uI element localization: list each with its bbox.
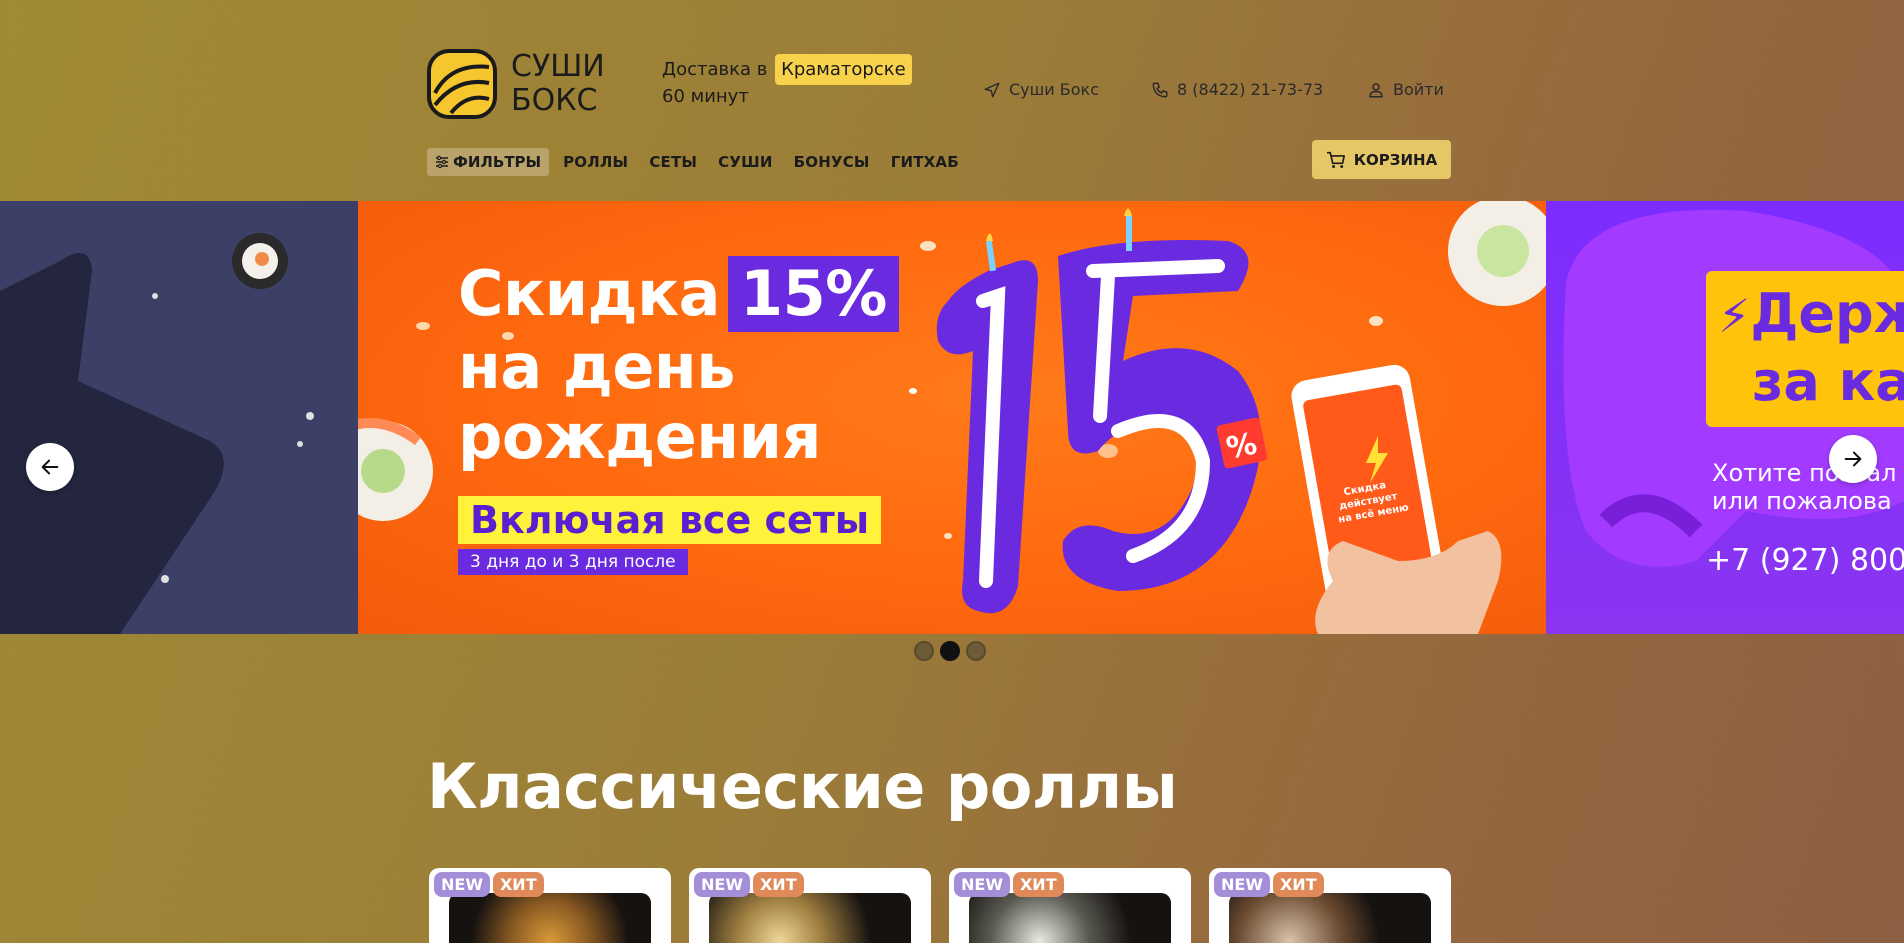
nav-item-sets[interactable]: СЕТЫ	[649, 153, 697, 171]
product-image[interactable]	[449, 893, 651, 943]
product-badges: NEW ХИТ	[434, 872, 544, 897]
promo-carousel: % Скидка действует на всё меню Скидка 15%…	[0, 201, 1904, 634]
nav-item-github[interactable]: ГИТХАБ	[891, 153, 959, 171]
login-link[interactable]: Войти	[1367, 80, 1444, 99]
phone-label: 8 (8422) 21-73-73	[1177, 80, 1324, 99]
product-badges: NEW ХИТ	[954, 872, 1064, 897]
carousel-dot-3[interactable]	[966, 641, 986, 661]
badge-new: NEW	[694, 872, 750, 897]
carousel-dots	[914, 641, 986, 661]
logo-icon	[427, 49, 497, 119]
right-title-line-2: за ка	[1752, 350, 1904, 413]
filters-label: ФИЛЬТРЫ	[453, 153, 542, 171]
store-link[interactable]: Суши Бокс	[983, 80, 1099, 99]
phone-link[interactable]: 8 (8422) 21-73-73	[1151, 80, 1323, 99]
logo[interactable]: СУШИ БОКС	[427, 49, 605, 119]
right-promo-title: ⚡Держ за ка	[1718, 281, 1904, 415]
right-title-line-1: Держ	[1750, 282, 1904, 345]
product-card[interactable]: NEW ХИТ	[429, 868, 671, 943]
badge-new: NEW	[434, 872, 490, 897]
product-badges: NEW ХИТ	[1214, 872, 1324, 897]
promo-title-line-3: рождения	[458, 400, 821, 473]
promo-title-line-1: Скидка	[458, 257, 721, 330]
cart-button[interactable]: КОРЗИНА	[1312, 140, 1451, 179]
slide-next[interactable]: ⚡Держ за ка Хотите позвал или пожалова +…	[1546, 201, 1904, 634]
delivery-prefix: Доставка в	[662, 59, 768, 80]
right-sub-line-2: или пожалова	[1712, 487, 1892, 515]
badge-new: NEW	[1214, 872, 1270, 897]
logo-line-1: СУШИ	[511, 49, 605, 84]
product-image[interactable]	[969, 893, 1171, 943]
carousel-dot-2[interactable]	[940, 641, 960, 661]
carousel-prev-button[interactable]	[26, 443, 74, 491]
city-selector[interactable]: Краматорске	[775, 54, 912, 85]
phone-icon	[1152, 82, 1168, 97]
delivery-info: Доставка в Краматорске 60 минут	[662, 54, 912, 108]
product-image[interactable]	[709, 893, 911, 943]
delivery-time: 60 минут	[662, 86, 749, 107]
logo-line-2: БОКС	[511, 83, 598, 118]
location-arrow-icon	[984, 82, 1000, 97]
badge-hit: ХИТ	[752, 872, 804, 897]
badge-new: NEW	[954, 872, 1010, 897]
cart-label: КОРЗИНА	[1353, 150, 1438, 169]
lightning-icon: ⚡	[1718, 289, 1751, 343]
slide-previous[interactable]	[0, 201, 358, 634]
badge-hit: ХИТ	[1272, 872, 1324, 897]
product-card[interactable]: NEW ХИТ	[949, 868, 1191, 943]
product-card[interactable]: NEW ХИТ	[689, 868, 931, 943]
logo-text: СУШИ БОКС	[511, 50, 605, 118]
section-title: Классические роллы	[427, 750, 1178, 823]
arrow-left-icon	[41, 459, 59, 475]
lightning-graphic	[0, 233, 314, 634]
carousel-dot-1[interactable]	[914, 641, 934, 661]
main-nav: ФИЛЬТРЫ РОЛЛЫ СЕТЫ СУШИ БОНУСЫ ГИТХАБ	[427, 148, 980, 176]
promo-subtitle: Включая все сеты	[458, 496, 882, 544]
promo-note: 3 дня до и 3 дня после	[458, 549, 688, 575]
arrow-right-icon	[1844, 451, 1862, 467]
right-promo-phone: +7 (927) 800	[1706, 543, 1904, 578]
promo-percent: 15%	[728, 256, 899, 332]
badge-hit: ХИТ	[1012, 872, 1064, 897]
sliders-icon	[436, 155, 448, 169]
product-image[interactable]	[1229, 893, 1431, 943]
nav-item-sushi[interactable]: СУШИ	[718, 153, 772, 171]
badge-hit: ХИТ	[492, 872, 544, 897]
carousel-next-button[interactable]	[1829, 435, 1877, 483]
product-card[interactable]: NEW ХИТ	[1209, 868, 1451, 943]
cart-icon	[1326, 151, 1345, 168]
product-badges: NEW ХИТ	[694, 872, 804, 897]
login-label: Войти	[1393, 80, 1444, 99]
nav-item-rolls[interactable]: РОЛЛЫ	[563, 153, 628, 171]
nav-item-bonuses[interactable]: БОНУСЫ	[794, 153, 870, 171]
promo-title: Скидка 15% на день рождения	[458, 256, 899, 472]
user-icon	[1369, 82, 1383, 97]
store-link-label: Суши Бокс	[1009, 80, 1099, 99]
promo-title-line-2: на день	[458, 330, 735, 403]
slide-current[interactable]: % Скидка действует на всё меню Скидка 15%…	[358, 201, 1546, 634]
filters-button[interactable]: ФИЛЬТРЫ	[427, 148, 550, 176]
